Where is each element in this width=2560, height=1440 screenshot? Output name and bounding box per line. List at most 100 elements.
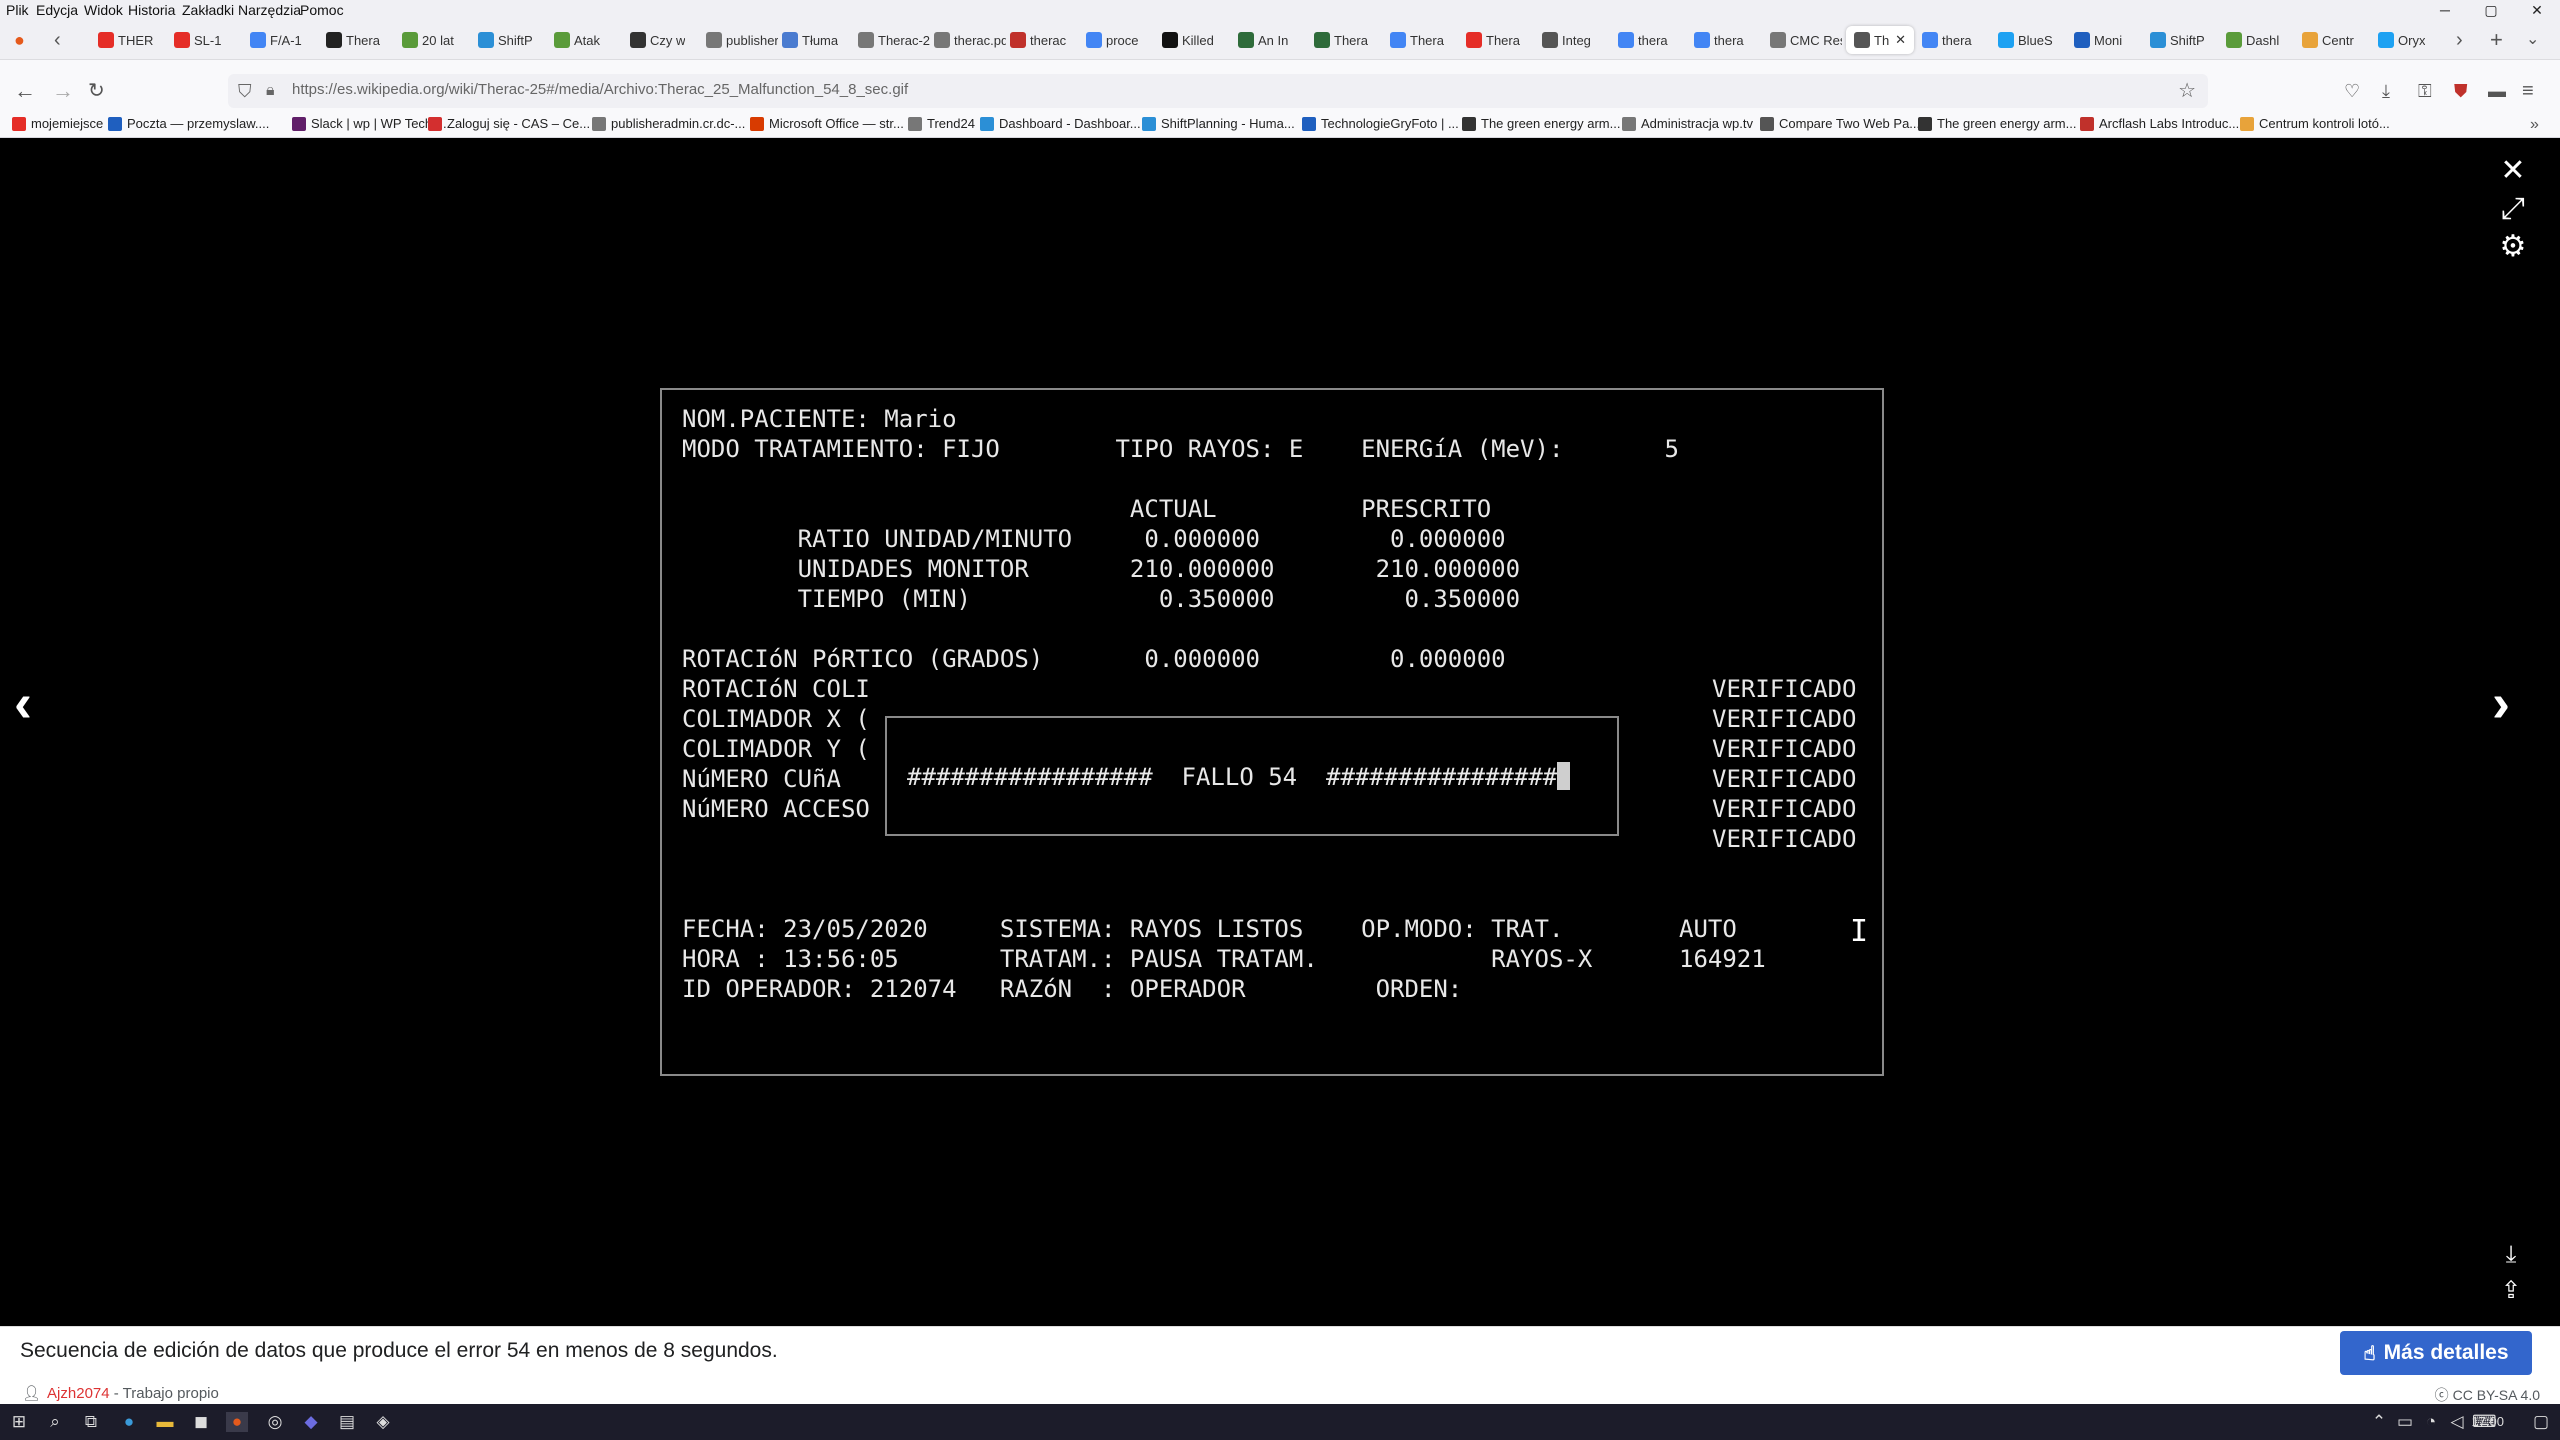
- bookmark-item[interactable]: Zaloguj się - CAS – Ce...: [428, 116, 590, 131]
- url-bar[interactable]: ⛉ 🔒︎ https://es.wikipedia.org/wiki/Thera…: [228, 74, 2208, 108]
- browser-tab[interactable]: therac.pdf: [934, 26, 1006, 54]
- extension-icon[interactable]: ⚿: [2418, 76, 2432, 106]
- bookmark-item[interactable]: The green energy arm...: [1918, 116, 2076, 131]
- menu-help[interactable]: Pomoc: [300, 2, 344, 18]
- downloads-icon[interactable]: ⤓: [2382, 76, 2390, 106]
- bookmark-item[interactable]: Administracja wp.tv: [1622, 116, 1753, 131]
- browser-tab[interactable]: thera: [1694, 26, 1744, 54]
- store-icon[interactable]: ◼: [190, 1412, 212, 1432]
- browser-tab[interactable]: thera: [1922, 26, 1972, 54]
- browser-tab[interactable]: F/A-1: [250, 26, 302, 54]
- browser-tab[interactable]: Czy w: [630, 26, 685, 54]
- browser-tab[interactable]: Killed: [1162, 26, 1214, 54]
- clock[interactable]: 17:00: [2471, 1414, 2504, 1429]
- more-bookmarks-icon[interactable]: »: [2530, 110, 2539, 140]
- browser-tab[interactable]: Atak: [554, 26, 600, 54]
- browser-tab[interactable]: An In: [1238, 26, 1288, 54]
- browser-tab[interactable]: Thera: [1390, 26, 1444, 54]
- shield-icon[interactable]: ⛉: [238, 76, 252, 106]
- search-icon[interactable]: ⌕: [44, 1412, 66, 1432]
- previous-image-icon[interactable]: ‹: [14, 676, 32, 730]
- menu-history[interactable]: Historia: [128, 2, 175, 18]
- browser-tab[interactable]: ShiftP: [478, 26, 533, 54]
- chrome-icon[interactable]: ◎: [264, 1412, 286, 1432]
- browser-tab[interactable]: Thera: [1314, 26, 1368, 54]
- lock-icon[interactable]: 🔒︎: [266, 76, 275, 106]
- more-details-button[interactable]: ☝︎ Más detalles: [2340, 1331, 2532, 1375]
- menu-tools[interactable]: Narzędzia: [238, 2, 301, 18]
- expand-icon[interactable]: ⤢: [2496, 194, 2530, 224]
- maximize-icon[interactable]: ▢: [2468, 0, 2514, 20]
- bookmark-item[interactable]: Centrum kontroli lotó...: [2240, 116, 2390, 131]
- browser-tab[interactable]: CMC Resp: [1770, 26, 1842, 54]
- notifications-icon[interactable]: ▢: [2530, 1412, 2552, 1432]
- bookmark-item[interactable]: Poczta — przemyslaw....: [108, 116, 269, 131]
- pocket-icon[interactable]: ♡: [2344, 76, 2360, 106]
- teams-icon[interactable]: ◆: [300, 1412, 322, 1432]
- bookmark-item[interactable]: ShiftPlanning - Huma...: [1142, 116, 1295, 131]
- task-view-icon[interactable]: ⧉: [80, 1412, 102, 1432]
- next-image-icon[interactable]: ›: [2492, 676, 2510, 730]
- browser-tab[interactable]: Therac-25: [858, 26, 930, 54]
- browser-tab[interactable]: Integ: [1542, 26, 1591, 54]
- list-tabs-icon[interactable]: ⌄: [2526, 25, 2539, 55]
- close-icon[interactable]: ✕: [2496, 156, 2530, 186]
- browser-tab[interactable]: BlueS: [1998, 26, 2053, 54]
- browser-tab[interactable]: Moni: [2074, 26, 2122, 54]
- extension-bar-icon[interactable]: ▬: [2488, 76, 2506, 106]
- forward-icon[interactable]: →: [52, 76, 74, 106]
- browser-tab[interactable]: Th ✕: [1846, 26, 1915, 54]
- browser-tab[interactable]: publishera: [706, 26, 778, 54]
- bookmark-item[interactable]: The green energy arm...: [1462, 116, 1620, 131]
- browser-tab[interactable]: Dashl: [2226, 26, 2279, 54]
- minimize-icon[interactable]: ─: [2422, 0, 2468, 20]
- bookmark-item[interactable]: Microsoft Office — str...: [750, 116, 904, 131]
- browser-tab[interactable]: Tłuma: [782, 26, 838, 54]
- download-icon[interactable]: ⤓: [2494, 1240, 2528, 1270]
- browser-tab[interactable]: Oryx: [2378, 26, 2425, 54]
- browser-tab[interactable]: SL-1: [174, 26, 221, 54]
- app-icon[interactable]: ◈: [372, 1412, 394, 1432]
- browser-tab[interactable]: ShiftP: [2150, 26, 2205, 54]
- bookmark-item[interactable]: Trend24: [908, 116, 975, 131]
- tabs-scroll-right-icon[interactable]: ›: [2456, 25, 2463, 55]
- bookmark-item[interactable]: Dashboard - Dashboar...: [980, 116, 1141, 131]
- reload-icon[interactable]: ↻: [88, 76, 105, 106]
- new-tab-icon[interactable]: +: [2490, 25, 2503, 55]
- browser-tab[interactable]: 20 lat: [402, 26, 454, 54]
- menu-bookmarks[interactable]: Zakładki: [182, 2, 234, 18]
- menu-view[interactable]: Widok: [84, 2, 123, 18]
- browser-tab[interactable]: therac: [1010, 26, 1066, 54]
- license[interactable]: ⓒ CC BY-SA 4.0: [2435, 1385, 2540, 1405]
- tabs-scroll-left-icon[interactable]: ‹: [54, 25, 61, 55]
- author-link[interactable]: Ajzh2074: [47, 1385, 110, 1402]
- edge-icon[interactable]: ●: [118, 1412, 140, 1432]
- bookmark-item[interactable]: Slack | wp | WP Techn...: [292, 116, 450, 131]
- file-explorer-icon[interactable]: ▬: [154, 1412, 176, 1432]
- browser-tab[interactable]: thera: [1618, 26, 1668, 54]
- bookmark-item[interactable]: TechnologieGryFoto | ...: [1302, 116, 1459, 131]
- settings-icon[interactable]: ⚙: [2496, 232, 2530, 262]
- browser-tab[interactable]: Thera: [1466, 26, 1520, 54]
- menu-edit[interactable]: Edycja: [36, 2, 78, 18]
- share-icon[interactable]: ⇪: [2494, 1276, 2528, 1306]
- tab-close-icon[interactable]: ✕: [1895, 32, 1906, 48]
- bookmark-item[interactable]: publisheradmin.cr.dc-...: [592, 116, 745, 131]
- star-bookmark-icon[interactable]: ☆: [2178, 76, 2196, 106]
- firefox-taskbar-icon[interactable]: ●: [226, 1412, 248, 1432]
- close-window-icon[interactable]: ✕: [2514, 0, 2560, 20]
- notepad-icon[interactable]: ▤: [336, 1412, 358, 1432]
- browser-tab[interactable]: THER: [98, 26, 153, 54]
- extension-shield-icon[interactable]: ⛊: [2454, 76, 2468, 106]
- back-icon[interactable]: ←: [14, 76, 36, 106]
- windows-start-icon[interactable]: ⊞: [8, 1412, 30, 1432]
- browser-tab[interactable]: Centr: [2302, 26, 2354, 54]
- url-text[interactable]: https://es.wikipedia.org/wiki/Therac-25#…: [292, 81, 908, 98]
- tray-chevron-icon[interactable]: ⌃: [2368, 1412, 2390, 1432]
- browser-tab[interactable]: proce: [1086, 26, 1139, 54]
- bookmark-item[interactable]: mojemiejsce: [12, 116, 103, 131]
- menu-file[interactable]: Plik: [6, 2, 29, 18]
- bookmark-item[interactable]: Compare Two Web Pa...: [1760, 116, 1920, 131]
- network-icon[interactable]: ◔: [2420, 1412, 2442, 1432]
- battery-icon[interactable]: ▭: [2394, 1412, 2416, 1432]
